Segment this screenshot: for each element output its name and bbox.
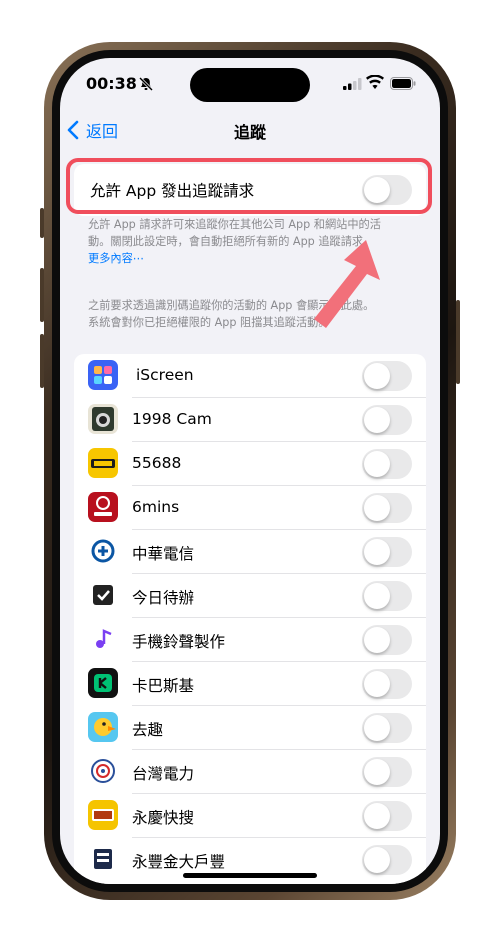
checkbox-icon [88,580,118,610]
list-item: 中華電信 [74,530,426,574]
ringtone-icon [88,624,118,654]
app-name: 55688 [132,454,182,472]
camera-icon [88,404,118,434]
app-name: 卡巴斯基 [132,677,195,695]
action-button [40,208,44,238]
app-name: 1998 Cam [132,410,212,428]
list-item: 手機鈴聲製作 [74,618,426,662]
app-tracking-toggle[interactable] [362,801,412,831]
screen: 00:38 返回 追蹤 允許 App 發出追蹤請求 允許 App 請求許可來追蹤… [60,58,440,884]
battery-icon [390,77,416,90]
volume-up-button [40,268,44,322]
home-indicator[interactable] [183,873,317,878]
app-name: 中華電信 [132,545,195,563]
6mins-icon [88,492,118,522]
list-item: 今日待辦 [74,574,426,618]
app-name: 台灣電力 [132,765,195,783]
list-item: 6mins [74,486,426,530]
cht-icon [88,536,118,566]
sinopac-icon [88,844,118,874]
app-name: 今日待辦 [132,589,195,607]
app-name: 6mins [132,498,180,516]
app-tracking-toggle[interactable] [362,757,412,787]
app-tracking-toggle[interactable] [362,845,412,875]
app-tracking-toggle[interactable] [362,669,412,699]
more-info-link[interactable]: 更多內容⋯ [88,250,144,266]
pointer-arrow-icon [314,240,380,328]
list-item: iScreen [74,354,426,398]
iscreen-icon [88,360,118,390]
bird-icon [88,712,118,742]
app-tracking-toggle[interactable] [362,493,412,523]
app-tracking-toggle[interactable] [362,405,412,435]
bell-muted-icon [138,76,154,92]
app-name: 永豐金大戶豐 [132,853,226,871]
list-item: 永慶快搜 [74,794,426,838]
tracking-footer-line1: 允許 App 請求許可來追蹤你在其他公司 App 和網站中的活 [88,218,381,231]
app-tracking-toggle[interactable] [362,361,412,391]
list-item: 1998 Cam [74,398,426,442]
yungching-icon [88,800,118,830]
app-name: 永慶快搜 [132,809,195,827]
app-tracking-toggle[interactable] [362,581,412,611]
app-tracking-toggle[interactable] [362,713,412,743]
list-item: 台灣電力 [74,750,426,794]
app-tracking-toggle[interactable] [362,625,412,655]
page-title: 追蹤 [233,123,266,142]
app-name: iScreen [136,366,194,384]
taipower-icon [88,756,118,786]
wifi-icon [366,75,384,89]
app-tracking-toggle[interactable] [362,449,412,479]
app-tracking-toggle[interactable] [362,537,412,567]
kaspersky-icon [88,668,118,698]
side-button [456,300,460,384]
highlight-box [66,158,432,214]
cellular-signal-icon [343,78,362,90]
list-item: 去趣 [74,706,426,750]
volume-down-button [40,334,44,388]
list-item: 55688 [74,442,426,486]
app-list: iScreen 1998 Cam 55688 6mins 中華電信 今日待辦 手… [74,354,426,884]
app-name: 手機鈴聲製作 [132,633,226,651]
55688-icon [88,448,118,478]
status-time: 00:38 [86,74,137,93]
list-item: 卡巴斯基 [74,662,426,706]
app-name: 去趣 [132,721,164,739]
dynamic-island [190,68,310,102]
